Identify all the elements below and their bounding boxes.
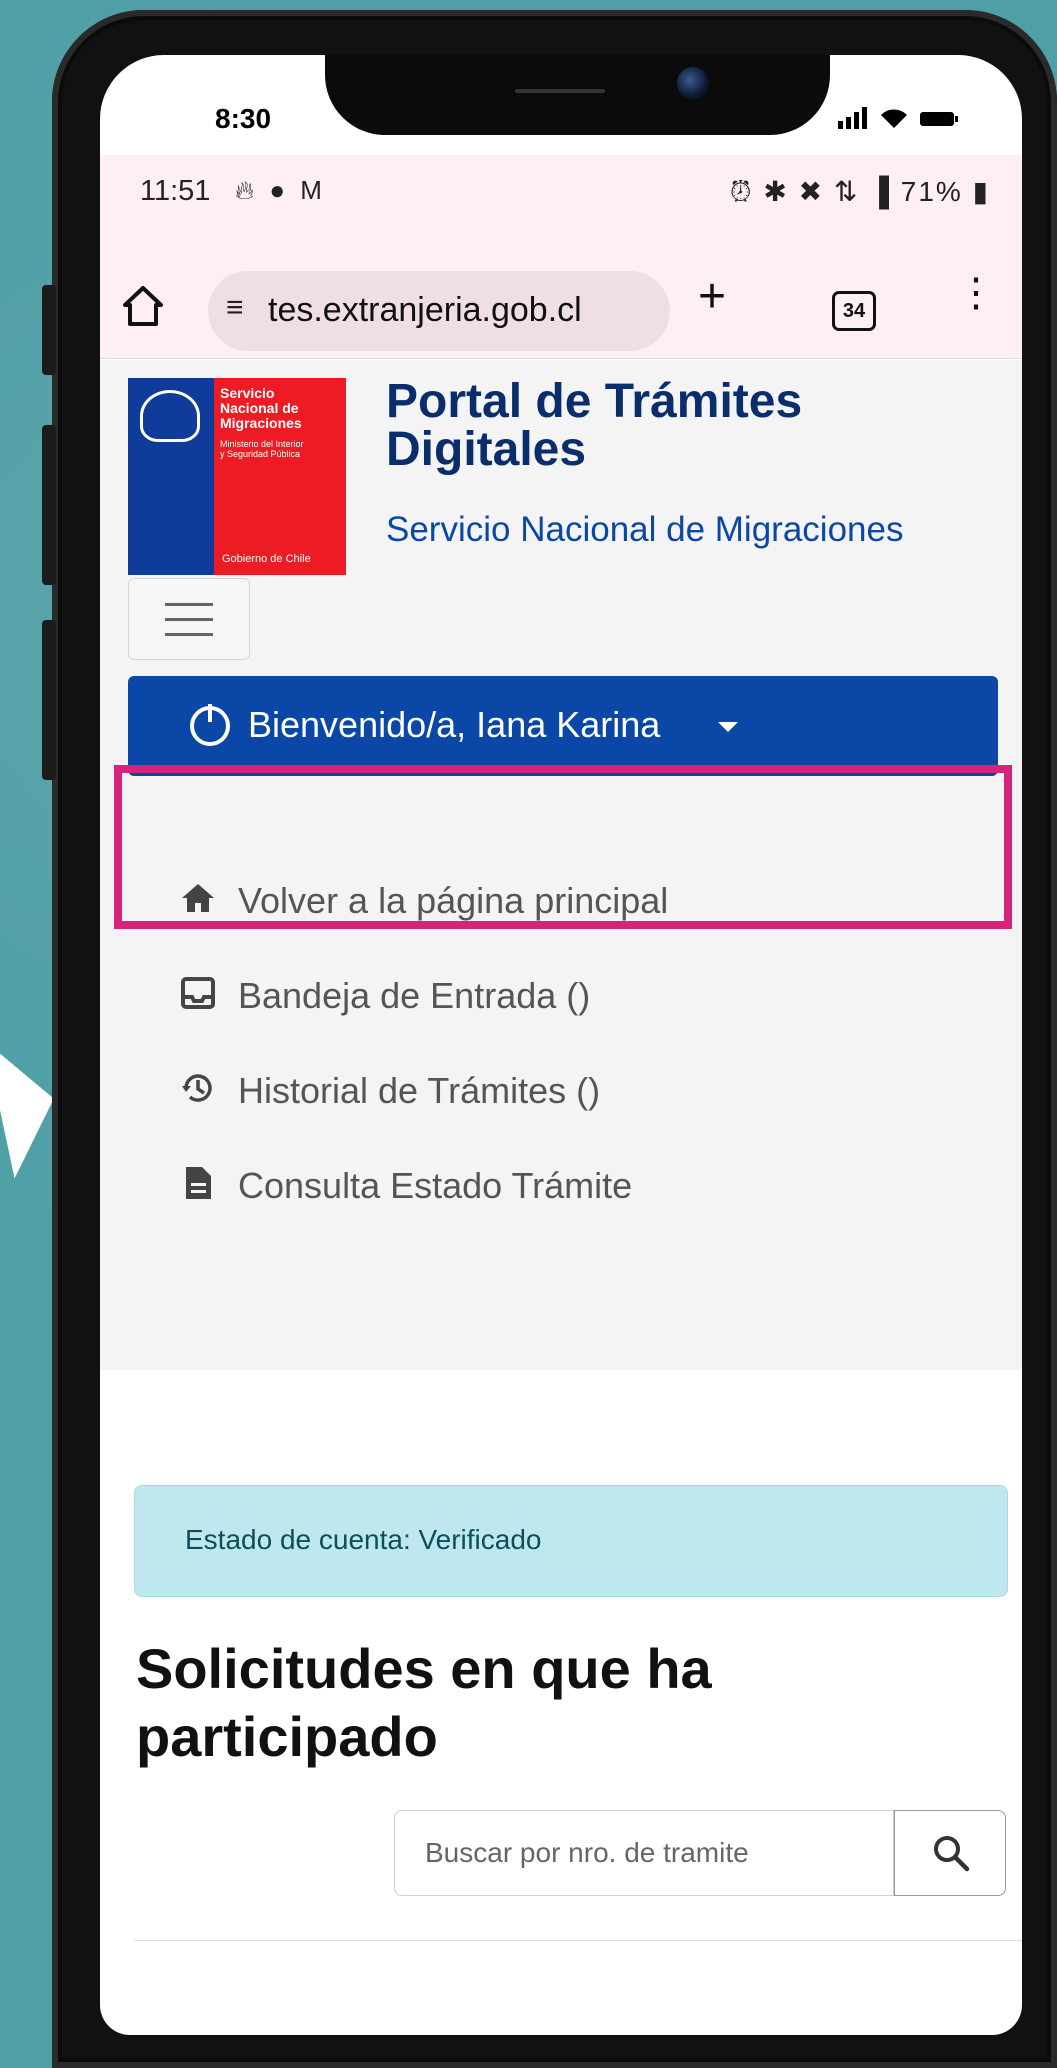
nav-item-label: Historial de Trámites () <box>238 1070 601 1111</box>
document-icon <box>186 1167 211 1199</box>
wifi-icon <box>880 109 907 128</box>
alarm-icon: ⏰︎ <box>729 176 754 207</box>
phone-side-button <box>42 285 56 375</box>
logo-gov: Gobierno de Chile <box>222 553 311 565</box>
ios-status-icons <box>837 105 960 136</box>
hamburger-menu-button[interactable] <box>128 578 250 660</box>
divider <box>134 1940 1022 1941</box>
new-tab-icon[interactable]: + <box>698 273 726 321</box>
section-heading: Solicitudes en que ha participado <box>136 1637 712 1768</box>
browser-toolbar: ≡ tes.extranjeria.gob.cl + 34 ⋮ <box>100 253 1022 359</box>
account-status-alert: Estado de cuenta: Verificado <box>134 1485 1008 1597</box>
site-settings-icon[interactable]: ≡ <box>226 291 244 325</box>
ios-time: 8:30 <box>215 103 272 134</box>
phone-side-button <box>42 620 56 780</box>
url-text[interactable]: tes.extranjeria.gob.cl <box>268 291 582 330</box>
nav-item-status-check[interactable]: Consulta Estado Trámite <box>180 1155 960 1215</box>
cellular-signal-icon <box>837 107 867 129</box>
search-button[interactable] <box>894 1810 1006 1896</box>
bluetooth-icon: ✱ <box>763 176 789 207</box>
logo-red-band: Servicio Nacional de Migraciones Ministe… <box>214 378 346 575</box>
tab-switcher-button[interactable]: 34 <box>832 291 876 331</box>
address-bar[interactable]: ≡ tes.extranjeria.gob.cl <box>208 271 670 351</box>
account-status-text: Estado de cuenta: Verificado <box>185 1524 542 1555</box>
home-icon[interactable] <box>120 283 166 329</box>
portal-title: Portal de Trámites Digitales <box>386 375 803 476</box>
phone-screen: 8:30 11:51 🔥︎ ● M ⏰︎ ✱ ✖ ⇅ ▐ 71% ▮ ≡ tes… <box>100 55 1022 2035</box>
search-input[interactable] <box>394 1810 894 1896</box>
hamburger-line <box>165 618 213 621</box>
android-time: 11:51 <box>140 175 211 207</box>
highlight-box-annotation <box>114 765 1012 929</box>
network-icon: ⇅ <box>833 176 860 207</box>
logo-ministry: Ministerio del Interior y Seguridad Públ… <box>220 439 304 459</box>
android-status-bar: 11:51 🔥︎ ● M ⏰︎ ✱ ✖ ⇅ ▐ 71% ▮ <box>100 155 1022 253</box>
nav-item-label: Bandeja de Entrada () <box>238 975 591 1016</box>
chile-seal-icon <box>140 390 200 442</box>
search-icon <box>934 1836 970 1872</box>
battery-icon: ▮ <box>972 176 990 207</box>
flame-icon: 🔥︎ <box>235 175 259 205</box>
nav-item-label: Consulta Estado Trámite <box>238 1165 633 1206</box>
nav-item-history[interactable]: Historial de Trámites () <box>180 1060 960 1120</box>
front-camera <box>677 67 709 99</box>
nav-item-inbox[interactable]: Bandeja de Entrada () <box>180 965 960 1025</box>
portal-subtitle: Servicio Nacional de Migraciones <box>386 510 904 549</box>
mute-icon: ✖ <box>798 176 825 207</box>
history-icon <box>182 1074 212 1102</box>
battery-icon <box>920 112 958 126</box>
signal-icon: ▐ <box>869 176 891 207</box>
more-menu-icon[interactable]: ⋮ <box>956 273 996 313</box>
chevron-down-icon <box>718 722 738 732</box>
logo-title: Servicio Nacional de Migraciones <box>220 385 302 431</box>
gmail-icon: M <box>300 175 326 205</box>
phone-side-button <box>42 425 56 585</box>
user-menu-button[interactable]: Bienvenido/a, Iana Karina <box>128 676 998 776</box>
android-system-icons: ⏰︎ ✱ ✖ ⇅ ▐ 71% ▮ <box>730 175 990 209</box>
power-icon <box>190 704 230 746</box>
ios-status-bar: 8:30 <box>100 103 1022 143</box>
speaker-grille <box>515 89 605 93</box>
government-logo[interactable]: Servicio Nacional de Migraciones Ministe… <box>128 378 346 575</box>
hamburger-line <box>165 603 213 606</box>
inbox-icon <box>181 977 215 1009</box>
chat-bubble-icon: ● <box>269 175 290 205</box>
user-menu-label: Bienvenido/a, Iana Karina <box>248 704 661 745</box>
notification-icons: 🔥︎ ● M <box>235 175 326 207</box>
battery-level: 71% <box>900 176 963 207</box>
logo-blue-band <box>128 378 214 575</box>
hamburger-line <box>165 633 213 636</box>
